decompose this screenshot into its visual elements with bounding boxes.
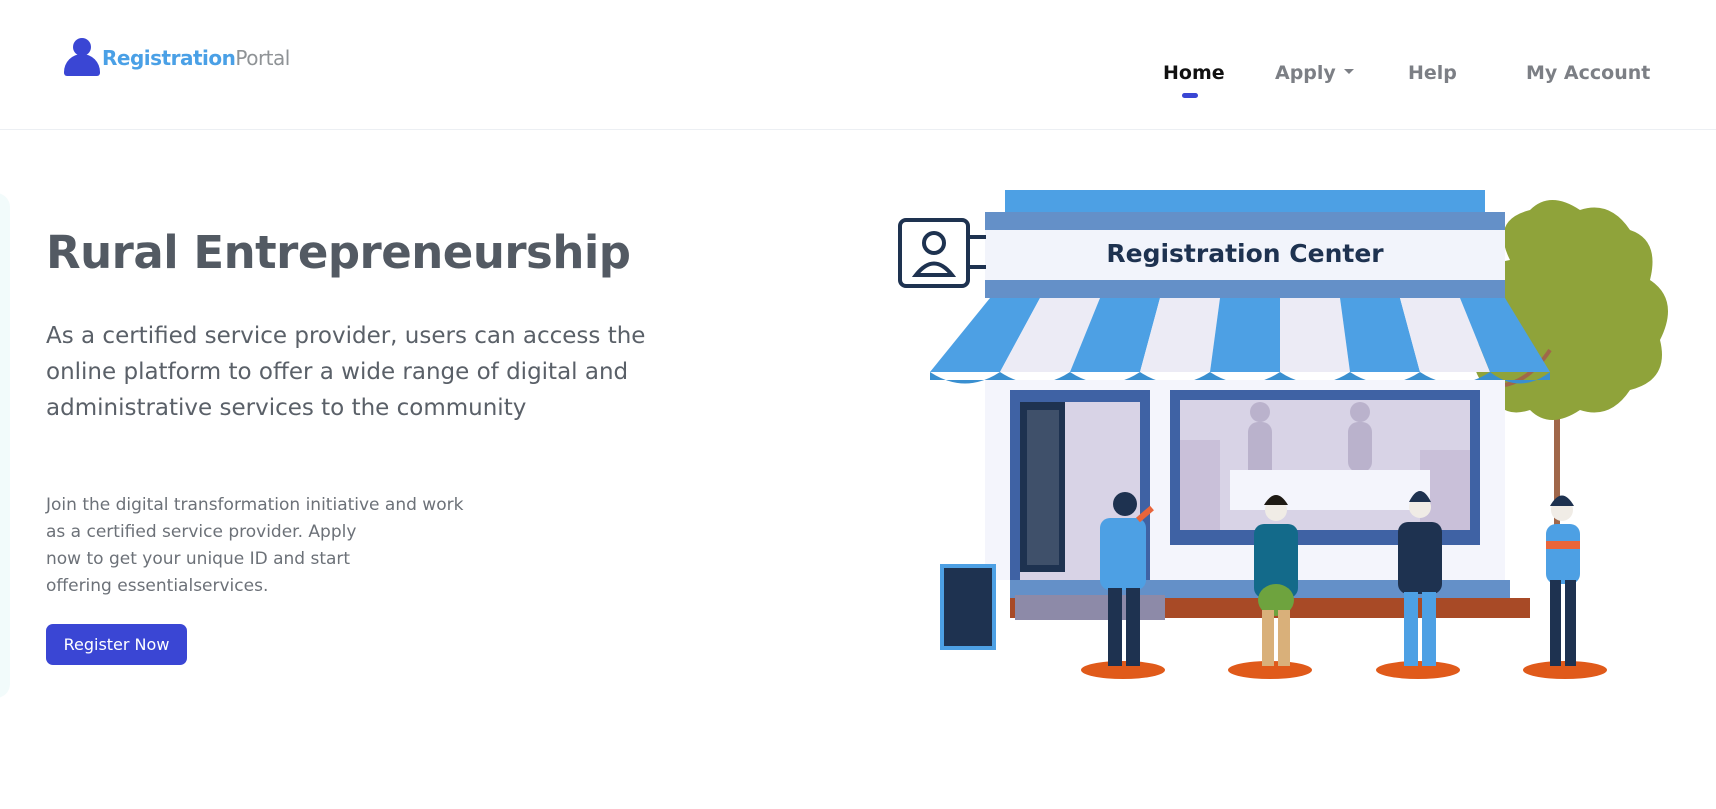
hero-title: Rural Entrepreneurship xyxy=(46,226,631,279)
registration-center-illustration: Registration Center xyxy=(898,190,1668,679)
hero-description-line: now to get your unique ID and start xyxy=(46,549,351,569)
sign-board xyxy=(940,564,996,650)
center-sign-text: Registration Center xyxy=(1106,239,1384,268)
hero-description: Join the digital transformation initiati… xyxy=(46,492,526,600)
left-edge-accent xyxy=(0,193,10,698)
nav-apply[interactable]: Apply xyxy=(1275,62,1354,84)
hero-lead: As a certified service provider, users c… xyxy=(46,323,646,421)
person-illustration xyxy=(1546,495,1580,666)
nav-home[interactable]: Home xyxy=(1163,62,1225,84)
chevron-down-icon xyxy=(1343,69,1354,74)
nav-my-account[interactable]: My Account xyxy=(1526,62,1650,84)
hero-description-line: as a certified service provider. Apply xyxy=(46,522,357,542)
hero-description-line: offering essentialservices. xyxy=(46,576,269,596)
active-nav-indicator xyxy=(1182,93,1198,98)
nav-apply-label: Apply xyxy=(1275,62,1336,84)
hero-description-line: Join the digital transformation initiati… xyxy=(46,495,464,515)
site-header: RegistrationPortal Home Apply Help My Ac… xyxy=(0,0,1716,130)
register-now-button[interactable]: Register Now xyxy=(46,624,187,665)
awning xyxy=(930,298,1550,384)
main-nav: Home Apply Help My Account xyxy=(0,62,1716,102)
nav-help[interactable]: Help xyxy=(1408,62,1457,84)
